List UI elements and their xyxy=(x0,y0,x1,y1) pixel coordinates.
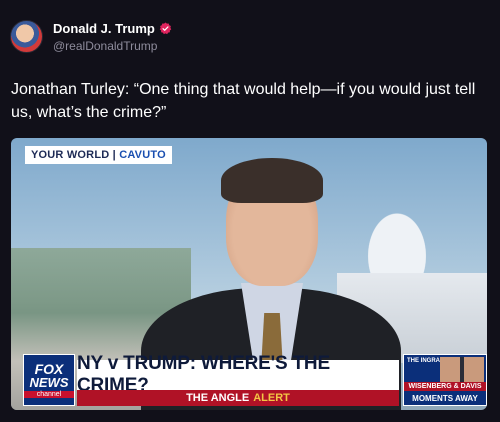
promo-faces-image xyxy=(440,357,484,383)
subline-alert: ALERT xyxy=(253,392,290,404)
post-header: Donald J. Trump @realDonaldTrump xyxy=(10,20,172,53)
show-logo: YOUR WORLD | CAVUTO xyxy=(25,146,172,164)
show-logo-left: YOUR WORLD xyxy=(31,149,110,161)
headline-bar: NY v TRUMP: WHERE'S THE CRIME? xyxy=(77,353,399,396)
author-info: Donald J. Trump @realDonaldTrump xyxy=(53,21,172,53)
handle[interactable]: @realDonaldTrump xyxy=(53,39,172,53)
subline-prefix: THE ANGLE xyxy=(186,392,250,404)
promo-moments: MOMENTS AWAY xyxy=(404,392,486,405)
video-player[interactable]: YOUR WORLD | CAVUTO FOX NEWS channel NY … xyxy=(11,138,487,410)
network-logo-line1: FOX xyxy=(34,360,64,377)
network-logo-line2: NEWS xyxy=(29,374,69,390)
promo-box: THE INGRAHAM ANGLE WISENBERG & DAVIS MOM… xyxy=(403,354,487,406)
network-logo: FOX NEWS channel xyxy=(23,354,75,406)
subline-bar: THE ANGLE ALERT xyxy=(77,390,399,406)
verified-badge-icon xyxy=(159,22,172,35)
network-logo-line3: channel xyxy=(24,390,74,398)
post-text: Jonathan Turley: “One thing that would h… xyxy=(11,81,476,121)
display-name[interactable]: Donald J. Trump xyxy=(53,21,155,36)
lower-third: FOX NEWS channel NY v TRUMP: WHERE'S THE… xyxy=(11,353,487,410)
avatar[interactable] xyxy=(10,20,43,53)
speaker-hair xyxy=(221,158,323,203)
show-logo-right: CAVUTO xyxy=(119,149,166,161)
name-row: Donald J. Trump xyxy=(53,21,172,36)
promo-names: WISENBERG & DAVIS xyxy=(404,382,486,391)
